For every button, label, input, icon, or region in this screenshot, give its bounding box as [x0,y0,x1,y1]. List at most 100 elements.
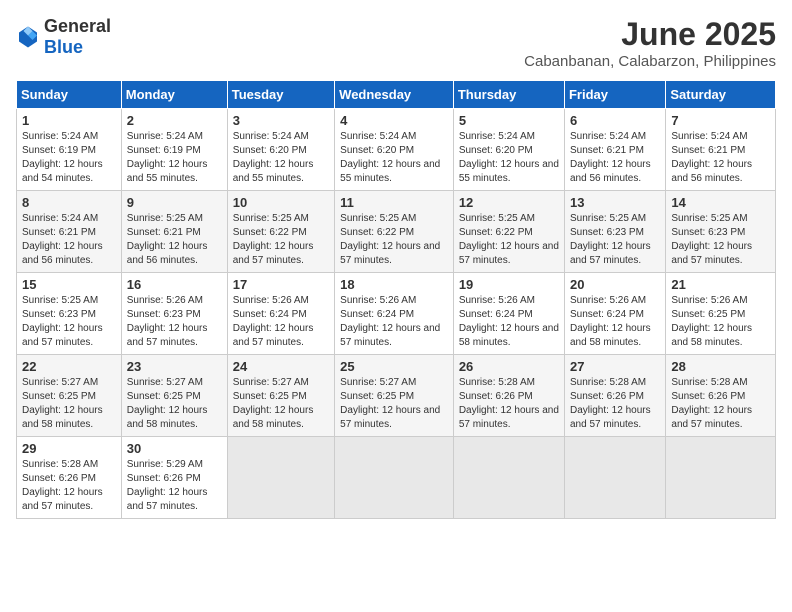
day-info: Sunrise: 5:25 AMSunset: 6:23 PMDaylight:… [570,212,660,268]
day-number: 9 [127,195,222,210]
header-thursday: Thursday [453,81,564,109]
calendar-day-cell: 1 Sunrise: 5:24 AMSunset: 6:19 PMDayligh… [17,109,122,191]
day-number: 17 [233,277,329,292]
calendar-day-cell: 22 Sunrise: 5:27 AMSunset: 6:25 PMDaylig… [17,355,122,437]
day-info: Sunrise: 5:25 AMSunset: 6:21 PMDaylight:… [127,212,222,268]
day-number: 21 [671,277,770,292]
calendar-day-cell [335,437,454,519]
calendar-header-row: Sunday Monday Tuesday Wednesday Thursday… [17,81,776,109]
day-info: Sunrise: 5:25 AMSunset: 6:23 PMDaylight:… [671,212,770,268]
day-info: Sunrise: 5:26 AMSunset: 6:24 PMDaylight:… [459,294,559,350]
calendar-day-cell: 28 Sunrise: 5:28 AMSunset: 6:26 PMDaylig… [666,355,776,437]
day-number: 30 [127,441,222,456]
day-info: Sunrise: 5:28 AMSunset: 6:26 PMDaylight:… [570,376,660,432]
day-number: 13 [570,195,660,210]
calendar-day-cell: 27 Sunrise: 5:28 AMSunset: 6:26 PMDaylig… [564,355,665,437]
header-sunday: Sunday [17,81,122,109]
calendar-day-cell: 6 Sunrise: 5:24 AMSunset: 6:21 PMDayligh… [564,109,665,191]
calendar-day-cell: 13 Sunrise: 5:25 AMSunset: 6:23 PMDaylig… [564,191,665,273]
day-info: Sunrise: 5:27 AMSunset: 6:25 PMDaylight:… [127,376,222,432]
day-info: Sunrise: 5:24 AMSunset: 6:19 PMDaylight:… [127,130,222,186]
day-number: 7 [671,113,770,128]
day-info: Sunrise: 5:25 AMSunset: 6:23 PMDaylight:… [22,294,116,350]
day-number: 2 [127,113,222,128]
day-info: Sunrise: 5:28 AMSunset: 6:26 PMDaylight:… [22,458,116,514]
header-wednesday: Wednesday [335,81,454,109]
day-info: Sunrise: 5:24 AMSunset: 6:19 PMDaylight:… [22,130,116,186]
day-number: 27 [570,359,660,374]
day-number: 16 [127,277,222,292]
day-info: Sunrise: 5:26 AMSunset: 6:24 PMDaylight:… [570,294,660,350]
day-info: Sunrise: 5:27 AMSunset: 6:25 PMDaylight:… [22,376,116,432]
calendar-day-cell: 18 Sunrise: 5:26 AMSunset: 6:24 PMDaylig… [335,273,454,355]
day-number: 5 [459,113,559,128]
header-friday: Friday [564,81,665,109]
day-number: 19 [459,277,559,292]
day-number: 25 [340,359,448,374]
header-monday: Monday [121,81,227,109]
day-number: 24 [233,359,329,374]
day-info: Sunrise: 5:25 AMSunset: 6:22 PMDaylight:… [459,212,559,268]
calendar-day-cell: 10 Sunrise: 5:25 AMSunset: 6:22 PMDaylig… [227,191,334,273]
calendar-day-cell: 15 Sunrise: 5:25 AMSunset: 6:23 PMDaylig… [17,273,122,355]
calendar-day-cell: 26 Sunrise: 5:28 AMSunset: 6:26 PMDaylig… [453,355,564,437]
subtitle: Cabanbanan, Calabarzon, Philippines [524,53,776,70]
day-info: Sunrise: 5:24 AMSunset: 6:20 PMDaylight:… [459,130,559,186]
calendar-day-cell: 29 Sunrise: 5:28 AMSunset: 6:26 PMDaylig… [17,437,122,519]
logo-icon [16,25,40,49]
day-info: Sunrise: 5:26 AMSunset: 6:24 PMDaylight:… [340,294,448,350]
day-number: 15 [22,277,116,292]
day-info: Sunrise: 5:24 AMSunset: 6:20 PMDaylight:… [340,130,448,186]
header-saturday: Saturday [666,81,776,109]
logo-general: General [44,16,111,36]
title-area: June 2025 Cabanbanan, Calabarzon, Philip… [524,16,776,70]
calendar-day-cell: 12 Sunrise: 5:25 AMSunset: 6:22 PMDaylig… [453,191,564,273]
day-info: Sunrise: 5:27 AMSunset: 6:25 PMDaylight:… [340,376,448,432]
day-info: Sunrise: 5:26 AMSunset: 6:23 PMDaylight:… [127,294,222,350]
calendar-day-cell: 24 Sunrise: 5:27 AMSunset: 6:25 PMDaylig… [227,355,334,437]
day-info: Sunrise: 5:27 AMSunset: 6:25 PMDaylight:… [233,376,329,432]
day-number: 26 [459,359,559,374]
calendar-day-cell: 9 Sunrise: 5:25 AMSunset: 6:21 PMDayligh… [121,191,227,273]
calendar-day-cell: 8 Sunrise: 5:24 AMSunset: 6:21 PMDayligh… [17,191,122,273]
calendar-day-cell: 21 Sunrise: 5:26 AMSunset: 6:25 PMDaylig… [666,273,776,355]
calendar-day-cell: 30 Sunrise: 5:29 AMSunset: 6:26 PMDaylig… [121,437,227,519]
day-info: Sunrise: 5:24 AMSunset: 6:21 PMDaylight:… [22,212,116,268]
calendar-day-cell [564,437,665,519]
day-number: 28 [671,359,770,374]
calendar-day-cell [666,437,776,519]
day-info: Sunrise: 5:25 AMSunset: 6:22 PMDaylight:… [340,212,448,268]
day-number: 20 [570,277,660,292]
calendar-day-cell: 23 Sunrise: 5:27 AMSunset: 6:25 PMDaylig… [121,355,227,437]
day-number: 6 [570,113,660,128]
calendar-day-cell [453,437,564,519]
calendar-week-row: 15 Sunrise: 5:25 AMSunset: 6:23 PMDaylig… [17,273,776,355]
logo: General Blue [16,16,111,58]
day-number: 3 [233,113,329,128]
calendar-week-row: 8 Sunrise: 5:24 AMSunset: 6:21 PMDayligh… [17,191,776,273]
calendar-day-cell: 14 Sunrise: 5:25 AMSunset: 6:23 PMDaylig… [666,191,776,273]
day-number: 14 [671,195,770,210]
day-info: Sunrise: 5:26 AMSunset: 6:25 PMDaylight:… [671,294,770,350]
calendar-week-row: 29 Sunrise: 5:28 AMSunset: 6:26 PMDaylig… [17,437,776,519]
day-number: 12 [459,195,559,210]
day-number: 1 [22,113,116,128]
day-number: 22 [22,359,116,374]
calendar-day-cell: 2 Sunrise: 5:24 AMSunset: 6:19 PMDayligh… [121,109,227,191]
day-number: 4 [340,113,448,128]
day-info: Sunrise: 5:24 AMSunset: 6:20 PMDaylight:… [233,130,329,186]
day-info: Sunrise: 5:29 AMSunset: 6:26 PMDaylight:… [127,458,222,514]
day-number: 10 [233,195,329,210]
day-number: 11 [340,195,448,210]
calendar-week-row: 22 Sunrise: 5:27 AMSunset: 6:25 PMDaylig… [17,355,776,437]
calendar-day-cell: 11 Sunrise: 5:25 AMSunset: 6:22 PMDaylig… [335,191,454,273]
calendar-day-cell: 19 Sunrise: 5:26 AMSunset: 6:24 PMDaylig… [453,273,564,355]
calendar-week-row: 1 Sunrise: 5:24 AMSunset: 6:19 PMDayligh… [17,109,776,191]
logo-blue: Blue [44,37,83,57]
logo-text: General Blue [44,16,111,58]
header: General Blue June 2025 Cabanbanan, Calab… [16,16,776,70]
calendar-day-cell: 25 Sunrise: 5:27 AMSunset: 6:25 PMDaylig… [335,355,454,437]
day-number: 23 [127,359,222,374]
calendar-table: Sunday Monday Tuesday Wednesday Thursday… [16,80,776,519]
day-number: 18 [340,277,448,292]
